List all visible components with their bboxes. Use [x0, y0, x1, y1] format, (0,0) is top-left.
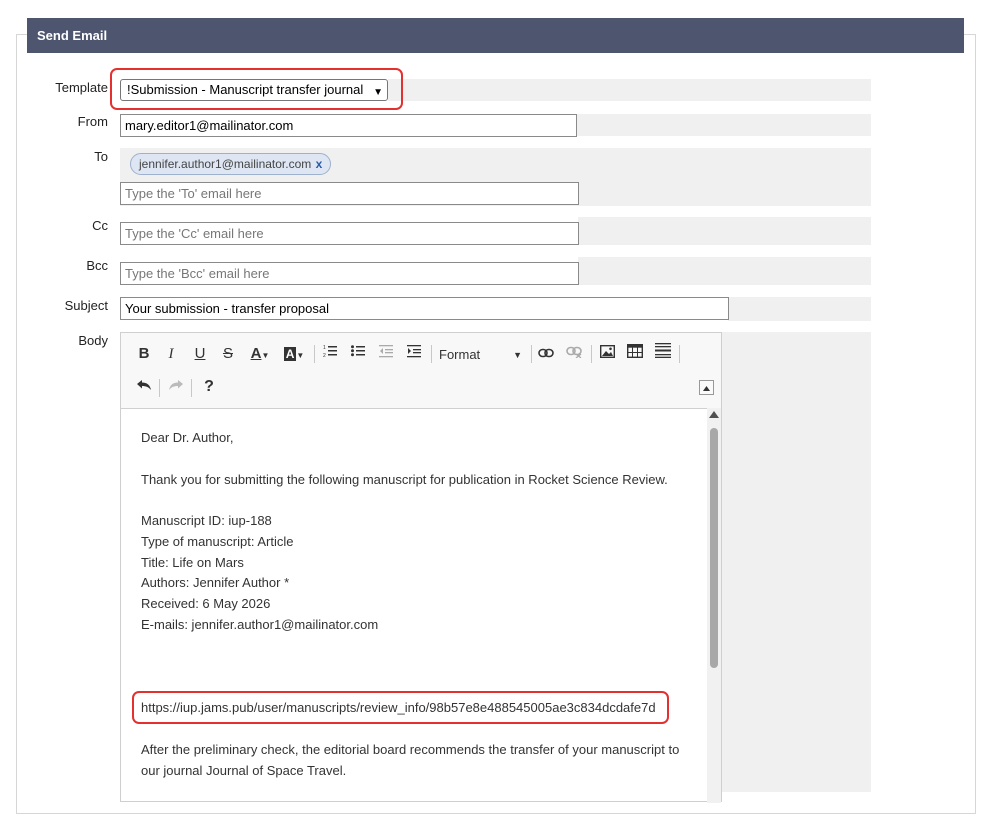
indent-icon[interactable] [403, 343, 425, 365]
body-editor: B I U S A▼ A ▼ 12 Format ▼ ? Dear Dr. Au… [120, 332, 722, 803]
body-received: Received: 6 May 2026 [141, 596, 271, 611]
unlink-icon[interactable] [563, 343, 585, 365]
format-label: Format [439, 347, 481, 362]
background-color-button[interactable]: A ▼ [279, 343, 309, 365]
body-thanks: Thank you for submitting the following m… [141, 472, 668, 487]
template-label: Template [55, 80, 108, 95]
table-icon[interactable] [624, 343, 646, 365]
svg-text:1: 1 [323, 345, 326, 351]
bcc-row-bg [578, 257, 871, 285]
template-highlight [110, 68, 403, 110]
toolbar-separator [431, 345, 432, 363]
from-row-bg [576, 114, 871, 136]
from-label: From [77, 114, 108, 129]
svg-text:2: 2 [323, 353, 326, 358]
bcc-label: Bcc [86, 258, 108, 273]
help-button[interactable]: ? [198, 376, 220, 398]
link-highlight [132, 691, 669, 724]
to-label: To [94, 149, 108, 164]
body-authors: Authors: Jennifer Author * [141, 575, 290, 590]
cc-input[interactable]: Type the 'Cc' email here [120, 222, 579, 245]
body-manuscript-id: Manuscript ID: iup-188 [141, 513, 272, 528]
body-after-check-2: our journal Journal of Space Travel. [141, 763, 347, 778]
image-icon[interactable] [596, 343, 618, 365]
toolbar-separator [531, 345, 532, 363]
cc-label: Cc [92, 218, 108, 233]
redo-icon[interactable] [165, 376, 187, 398]
undo-icon[interactable] [133, 376, 155, 398]
toolbar-separator [591, 345, 592, 363]
to-recipient-chip[interactable]: jennifer.author1@mailinator.com x [130, 153, 332, 175]
panel-title: Send Email [27, 18, 964, 53]
outdent-icon[interactable] [375, 343, 397, 365]
underline-button[interactable]: U [189, 343, 211, 365]
scrollbar-thumb[interactable] [710, 428, 718, 668]
text-color-icon: A [250, 345, 262, 362]
toolbar-separator [314, 345, 315, 363]
bcc-input[interactable]: Type the 'Bcc' email here [120, 262, 579, 285]
italic-button[interactable]: I [160, 343, 182, 365]
from-field[interactable]: mary.editor1@mailinator.com [120, 114, 577, 137]
template-row-bg [388, 79, 871, 101]
editor-toolbar: B I U S A▼ A ▼ 12 Format ▼ ? [121, 333, 721, 409]
scroll-up-icon[interactable] [709, 411, 719, 418]
text-color-button[interactable]: A▼ [245, 343, 275, 365]
toolbar-separator [679, 345, 680, 363]
body-greeting: Dear Dr. Author, [141, 430, 234, 445]
toolbar-separator [191, 379, 192, 397]
to-recipient-email: jennifer.author1@mailinator.com [139, 157, 312, 171]
body-title: Title: Life on Mars [141, 555, 244, 570]
body-after-check-1: After the preliminary check, the editori… [141, 742, 680, 757]
body-emails: E-mails: jennifer.author1@mailinator.com [141, 617, 379, 632]
remove-recipient-button[interactable]: x [316, 157, 323, 171]
bold-button[interactable]: B [133, 343, 155, 365]
cc-row-bg [578, 217, 871, 245]
background-color-icon: A [283, 347, 297, 361]
editor-content[interactable]: Dear Dr. Author, Thank you for submittin… [121, 408, 707, 803]
subject-field[interactable]: Your submission - transfer proposal [120, 297, 729, 320]
horizontal-line-icon[interactable] [652, 343, 674, 365]
subject-row-bg [728, 297, 871, 321]
collapse-toolbar-button[interactable] [699, 380, 714, 395]
toolbar-separator [159, 379, 160, 397]
chevron-down-icon: ▼ [513, 350, 522, 360]
link-icon[interactable] [535, 343, 557, 365]
numbered-list-icon[interactable]: 12 [319, 343, 341, 365]
format-dropdown[interactable]: Format ▼ [439, 344, 524, 366]
body-label: Body [78, 333, 108, 348]
subject-label: Subject [64, 298, 108, 313]
bulleted-list-icon[interactable] [347, 343, 369, 365]
editor-scrollbar[interactable] [707, 408, 721, 803]
to-input[interactable]: Type the 'To' email here [120, 182, 579, 205]
body-manuscript-type: Type of manuscript: Article [141, 534, 294, 549]
strikethrough-button[interactable]: S [217, 343, 239, 365]
body-row-bg [722, 332, 871, 792]
